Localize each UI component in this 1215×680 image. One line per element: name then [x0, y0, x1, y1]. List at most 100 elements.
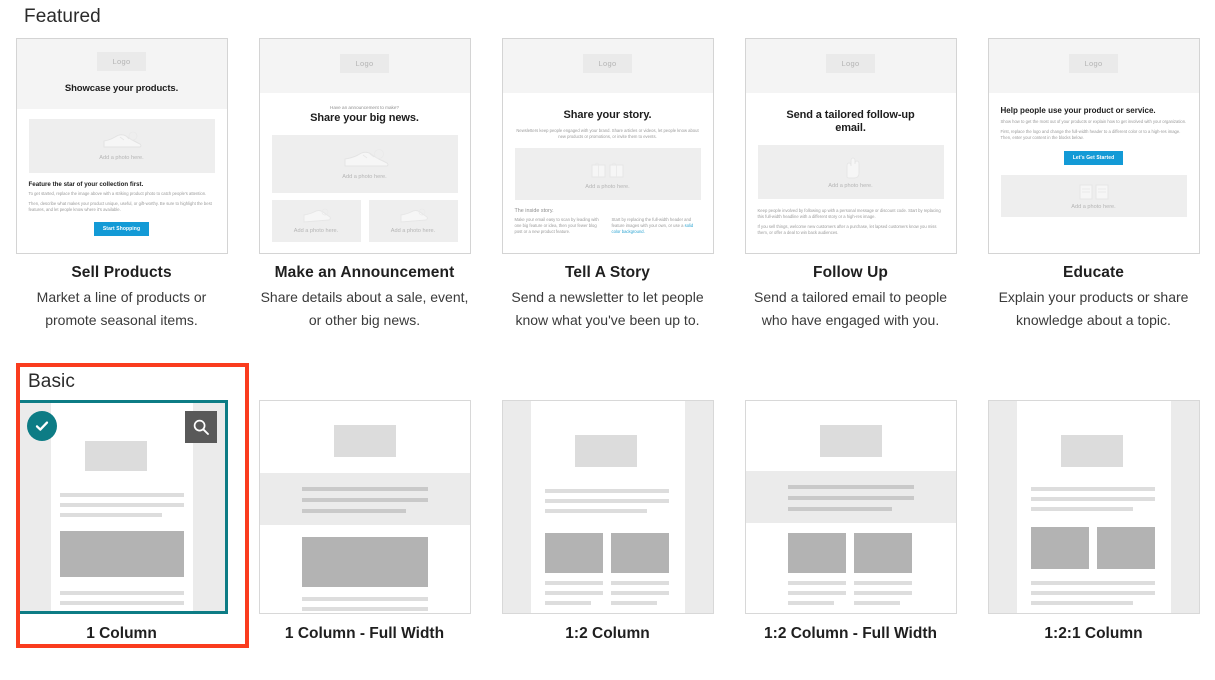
layout-preview-1-2-1-column[interactable]	[987, 400, 1200, 614]
layout-card-1-column[interactable]: 1 Column	[0, 400, 243, 643]
preview-header: Logo Showcase your products.	[16, 39, 227, 109]
layout-label: 1:2 Column - Full Width	[764, 625, 937, 642]
template-chooser-page: Featured Logo Showcase your products. Ad…	[0, 0, 1215, 680]
preview-paragraph-2: If you sell things, welcome new customer…	[757, 224, 937, 235]
template-preview-sell-products[interactable]: Logo Showcase your products. Add a photo…	[15, 38, 228, 254]
preview-headline: Showcase your products.	[64, 83, 179, 94]
basic-layout-grid: 1 Column 1 Column - Full Width 1:2 Colum…	[0, 400, 1215, 643]
shoe-icon	[344, 149, 388, 167]
gift-boxes-icon	[591, 162, 623, 178]
card-caption: Educate Explain your products or share k…	[988, 264, 1200, 332]
preview-paragraph-1: Keep people involved by following up wit…	[757, 208, 941, 219]
template-card-educate[interactable]: Logo Help people use your product or ser…	[972, 38, 1215, 332]
template-card-follow-up[interactable]: Logo Send a tailored follow-up email. Ad…	[729, 38, 972, 332]
preview-column-left: Make your email easy to scan by leading …	[514, 217, 599, 234]
photo-placeholder-right: Add a photo here.	[368, 200, 458, 242]
card-description: Share details about a sale, event, or ot…	[260, 289, 469, 328]
shoe-icon	[103, 131, 141, 148]
preview-subheading: Feature the star of your collection firs…	[28, 181, 144, 188]
preview-paragraph-2: Then, describe what makes your product u…	[28, 201, 212, 212]
hand-icon	[846, 157, 859, 179]
template-card-tell-a-story[interactable]: Logo Share your story. Newsletters keep …	[486, 38, 729, 332]
template-preview-follow-up[interactable]: Logo Send a tailored follow-up email. Ad…	[744, 38, 957, 254]
magnifier-icon	[193, 419, 209, 435]
preview-subheading: The inside story.	[514, 208, 554, 214]
photo-placeholder: Add a photo here.	[28, 119, 215, 173]
selected-check-badge	[26, 411, 57, 441]
photo-caption: Add a photo here.	[1071, 204, 1116, 210]
basic-section-title: Basic	[28, 371, 75, 392]
photo-caption: Add a photo here.	[99, 155, 144, 161]
preview-eyebrow: Have an announcement to make?	[330, 105, 399, 110]
card-caption: Make an Announcement Share details about…	[259, 264, 471, 332]
layout-card-1-2-column-full-width[interactable]: 1:2 Column - Full Width	[729, 400, 972, 643]
preview-header: Logo	[502, 39, 713, 93]
template-preview-make-an-announcement[interactable]: Logo Have an announcement to make? Share…	[258, 38, 471, 254]
preview-paragraph-1: To get started, replace the image above …	[28, 191, 207, 196]
preview-header: Logo	[259, 39, 470, 93]
featured-template-grid: Logo Showcase your products. Add a photo…	[0, 38, 1215, 332]
layout-preview-1-2-column[interactable]	[501, 400, 714, 614]
photo-placeholder: Add a photo here.	[271, 135, 458, 193]
check-icon	[35, 421, 48, 431]
gift-icon	[400, 208, 428, 223]
preview-headline: Share your story.	[563, 109, 652, 121]
preview-headline: Send a tailored follow-up email.	[786, 109, 915, 134]
wireframe-1-2-column	[502, 401, 713, 613]
layout-label: 1:2:1 Column	[1044, 625, 1143, 642]
template-card-make-an-announcement[interactable]: Logo Have an announcement to make? Share…	[243, 38, 486, 332]
preview-paragraph-2: First, replace the logo and change the f…	[1000, 129, 1181, 140]
layout-preview-1-2-column-full-width[interactable]	[744, 400, 957, 614]
card-title: Make an Announcement	[274, 264, 455, 281]
card-description: Explain your products or share knowledge…	[998, 289, 1189, 328]
logo-placeholder: Logo	[339, 54, 390, 73]
photo-caption: Add a photo here.	[342, 174, 387, 180]
featured-section-title: Featured	[24, 6, 101, 27]
photo-caption: Add a photo here.	[828, 183, 873, 189]
preview-column-right-text: Start by replacing the full-width header…	[611, 217, 692, 228]
preview-header: Logo	[988, 39, 1199, 93]
preview-paragraph-1: Show how to get the most out of your pro…	[1000, 119, 1187, 124]
logo-placeholder: Logo	[582, 54, 633, 73]
logo-placeholder: Logo	[1068, 54, 1119, 73]
layout-card-1-2-1-column[interactable]: 1:2:1 Column	[972, 400, 1215, 643]
card-caption: Tell A Story Send a newsletter to let pe…	[502, 264, 714, 332]
layout-label: 1 Column - Full Width	[284, 625, 445, 642]
card-title: Follow Up	[813, 264, 888, 281]
photo-placeholder: Add a photo here.	[757, 145, 944, 199]
preview-column-right: Start by replacing the full-width header…	[612, 217, 701, 235]
photo-placeholder: Add a photo here.	[514, 148, 701, 200]
card-title: Sell Products	[71, 264, 172, 281]
preview-header: Logo	[745, 39, 956, 93]
gift-icon	[303, 208, 331, 223]
preview-zoom-button[interactable]	[184, 411, 217, 443]
logo-placeholder: Logo	[96, 52, 147, 71]
card-description: Send a tailored email to people who have…	[753, 289, 948, 328]
layout-label: 1:2 Column	[565, 625, 650, 642]
card-description: Market a line of products or promote sea…	[36, 289, 207, 328]
card-caption: Follow Up Send a tailored email to peopl…	[745, 264, 957, 332]
template-preview-tell-a-story[interactable]: Logo Share your story. Newsletters keep …	[501, 38, 714, 254]
card-description: Send a newsletter to let people know wha…	[511, 289, 704, 328]
preview-headline: Help people use your product or service.	[1000, 106, 1156, 115]
layout-card-1-2-column[interactable]: 1:2 Column	[486, 400, 729, 643]
preview-cta-button[interactable]: Let's Get Started	[1063, 151, 1124, 165]
layout-preview-1-column-full-width[interactable]	[258, 400, 471, 614]
preview-cta-button[interactable]: Start Shopping	[93, 222, 150, 236]
template-preview-educate[interactable]: Logo Help people use your product or ser…	[987, 38, 1200, 254]
card-caption: Sell Products Market a line of products …	[16, 264, 228, 332]
layout-preview-1-column[interactable]	[15, 400, 228, 614]
logo-placeholder: Logo	[825, 54, 876, 73]
wireframe-1-column-full-width	[259, 401, 470, 613]
photo-caption-right: Add a photo here.	[390, 228, 436, 234]
layout-card-1-column-full-width[interactable]: 1 Column - Full Width	[243, 400, 486, 643]
photo-caption-left: Add a photo here.	[293, 228, 339, 234]
preview-headline: Share your big news.	[310, 112, 419, 124]
wireframe-1-2-column-full-width	[745, 401, 956, 613]
template-card-sell-products[interactable]: Logo Showcase your products. Add a photo…	[0, 38, 243, 332]
card-title: Educate	[1063, 264, 1124, 281]
photo-placeholder-left: Add a photo here.	[271, 200, 361, 242]
wireframe-1-2-1-column	[988, 401, 1199, 613]
photo-caption: Add a photo here.	[585, 184, 630, 190]
preview-intro: Newsletters keep people engaged with you…	[516, 128, 699, 139]
